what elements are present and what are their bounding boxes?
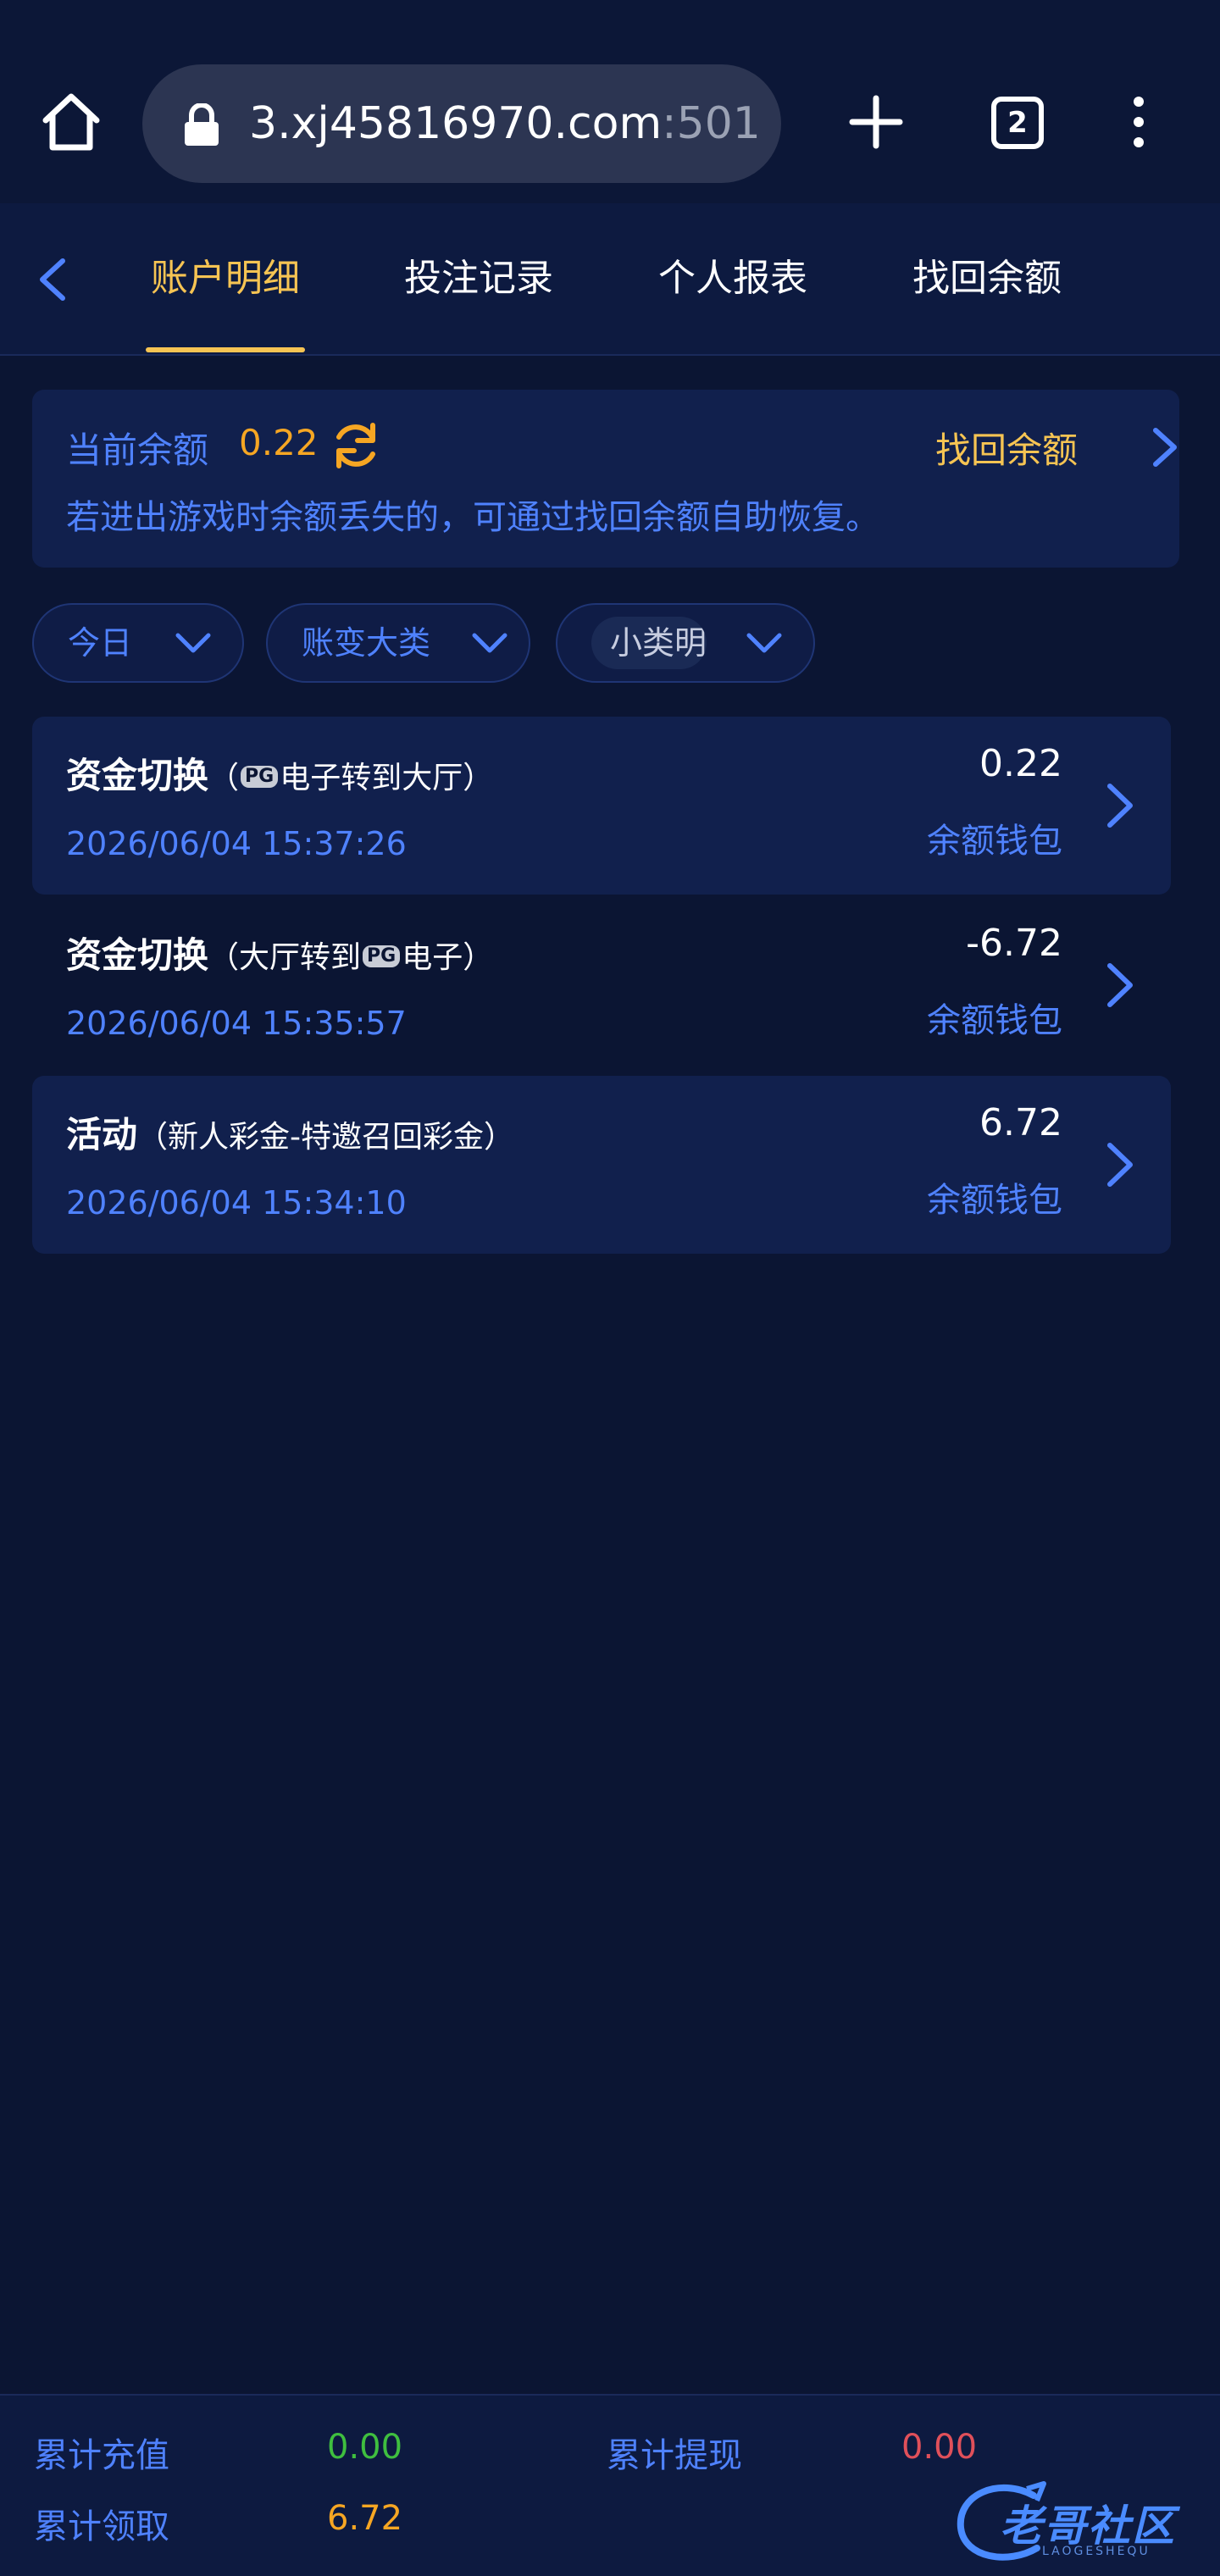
chevron-right-icon <box>1153 428 1177 467</box>
transaction-row[interactable]: 资金切换（大厅转到 PG 电子） 2026/06/04 15:35:57 -6.72… <box>32 896 1171 1074</box>
transaction-time: 2026/06/04 15:35:57 <box>66 1005 407 1042</box>
chevron-down-icon <box>472 633 507 653</box>
detail-close-paren: ） <box>463 761 494 795</box>
total-deposit-value: 0.00 <box>327 2428 403 2467</box>
transaction-type: 活动 <box>66 1114 138 1155</box>
transaction-time: 2026/06/04 15:37:26 <box>66 825 407 862</box>
transaction-detail: （PG 电子转到大厅） <box>208 761 493 795</box>
total-withdraw-value: 0.00 <box>901 2428 978 2467</box>
detail-text-before: 大厅转到 <box>239 940 362 975</box>
tab-switcher-button[interactable]: 2 <box>991 97 1044 149</box>
total-deposit-label: 累计充值 <box>34 2436 169 2475</box>
transaction-wallet: 余额钱包 <box>927 1001 1062 1040</box>
transaction-title: 资金切换（ PG 电子转到大厅） <box>66 747 493 799</box>
more-options-icon[interactable] <box>1118 93 1159 151</box>
transaction-title: 资金切换（大厅转到 PG 电子） <box>66 927 493 978</box>
url-port: :5012 <box>662 98 757 149</box>
lock-icon <box>185 103 219 146</box>
transaction-wallet: 余额钱包 <box>927 822 1062 861</box>
detail-text-after: 电子转到大厅 <box>280 761 463 795</box>
pg-logo: PG <box>241 766 279 788</box>
transaction-title: 活动（新人彩金-特邀召回彩金） <box>66 1106 514 1158</box>
transaction-row[interactable]: 资金切换（ PG 电子转到大厅） 2026/06/04 15:37:26 0.22 … <box>32 717 1171 895</box>
browser-toolbar: 3.xj45816970.com:5012 2 <box>0 0 1220 203</box>
balance-value: 0.22 <box>239 422 319 463</box>
detail-text-after: 电子 <box>402 940 463 975</box>
tab-account-details[interactable]: 账户明细 <box>146 203 305 354</box>
chevron-down-icon <box>746 633 782 653</box>
transaction-wallet: 余额钱包 <box>927 1181 1062 1220</box>
chevron-down-icon <box>175 633 211 653</box>
active-tab-indicator <box>146 347 305 352</box>
transaction-row[interactable]: 活动（新人彩金-特邀召回彩金） 2026/06/04 15:34:10 6.72… <box>32 1076 1171 1254</box>
refresh-icon[interactable] <box>329 418 383 473</box>
date-filter-label: 今日 <box>68 624 133 662</box>
category-filter-label: 账变大类 <box>302 624 431 662</box>
transaction-amount: -6.72 <box>966 922 1062 965</box>
summary-footer: 累计充值 0.00 累计提现 0.00 累计领取 6.72 老哥社区 LAOGE… <box>0 2394 1220 2576</box>
url-text: 3.xj45816970.com:5012 <box>249 64 757 183</box>
address-bar[interactable]: 3.xj45816970.com:5012 <box>142 64 781 183</box>
tab-recover-balance[interactable]: 找回余额 <box>907 203 1068 354</box>
pg-logo: PG <box>363 945 401 967</box>
watermark-subtext: LAOGESHEQU <box>1042 2545 1151 2558</box>
balance-label: 当前余额 <box>66 429 209 471</box>
category-filter-dropdown[interactable]: 账变大类 <box>266 603 530 683</box>
recover-balance-link[interactable]: 找回余额 <box>935 422 1177 473</box>
transaction-detail: （新人彩金-特邀召回彩金） <box>137 1120 514 1155</box>
chevron-right-icon <box>1107 963 1133 1007</box>
transaction-amount: 6.72 <box>979 1101 1062 1144</box>
chevron-right-icon <box>1107 784 1133 828</box>
total-claim-value: 6.72 <box>327 2499 403 2538</box>
total-withdraw-label: 累计提现 <box>607 2436 742 2475</box>
detail-open-paren: （ <box>208 761 240 795</box>
back-arrow-icon[interactable] <box>29 254 80 305</box>
transaction-detail: （大厅转到 PG 电子） <box>208 940 493 975</box>
recover-balance-label: 找回余额 <box>935 429 1079 471</box>
tab-count: 2 <box>1007 106 1028 140</box>
transaction-time: 2026/06/04 15:34:10 <box>66 1184 407 1222</box>
transaction-type: 资金切换 <box>66 934 209 976</box>
subcategory-filter-label: 小类明细 <box>610 624 707 662</box>
detail-open-paren: （ <box>208 940 240 975</box>
transaction-type: 资金切换 <box>66 755 209 796</box>
transaction-amount: 0.22 <box>979 742 1062 785</box>
tab-personal-report[interactable]: 个人报表 <box>652 203 813 354</box>
subcategory-filter-value: 小类明细 <box>591 617 707 669</box>
total-claim-label: 累计领取 <box>34 2507 169 2546</box>
balance-card: 当前余额 0.22 找回余额 若进出游戏时余额丢失的，可通过找回余额自助恢复。 <box>32 390 1179 568</box>
home-icon[interactable] <box>37 88 105 156</box>
subcategory-filter-dropdown[interactable]: 小类明细 <box>556 603 815 683</box>
detail-close-paren: ） <box>484 1120 515 1155</box>
date-filter-dropdown[interactable]: 今日 <box>32 603 244 683</box>
detail-close-paren: ） <box>463 940 494 975</box>
detail-open-paren: （ <box>137 1120 169 1155</box>
watermark-logo: 老哥社区 LAOGESHEQU <box>949 2477 1212 2570</box>
chevron-right-icon <box>1107 1143 1133 1187</box>
tab-bet-records[interactable]: 投注记录 <box>398 203 559 354</box>
account-tabs: 账户明细 投注记录 个人报表 找回余额 <box>0 203 1220 356</box>
new-tab-icon[interactable] <box>847 93 905 151</box>
detail-text-before: 新人彩金-特邀召回彩金 <box>168 1120 485 1155</box>
balance-note: 若进出游戏时余额丢失的，可通过找回余额自助恢复。 <box>66 498 879 537</box>
url-host: 3.xj45816970.com <box>249 98 663 149</box>
